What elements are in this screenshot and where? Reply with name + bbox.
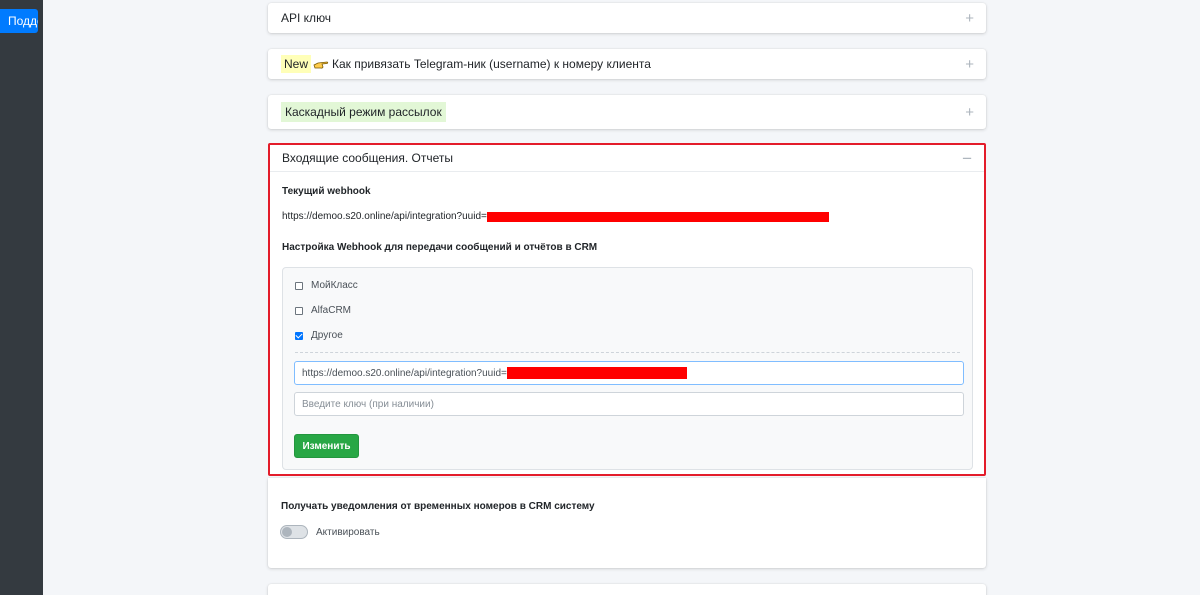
toggle-label: Активировать bbox=[316, 526, 380, 538]
accordion-cascade-mode[interactable]: Каскадный режим рассылок + bbox=[268, 95, 986, 129]
accordion-title: Каскадный режим рассылок bbox=[281, 102, 446, 122]
pointing-hand-icon bbox=[313, 58, 329, 70]
main-content: API ключ + New Как привязать Telegram-ни… bbox=[43, 0, 1200, 595]
current-webhook-url: https://demoo.s20.online/api/integration… bbox=[282, 211, 829, 222]
accordion-header[interactable]: Каскадный режим рассылок + bbox=[268, 95, 986, 129]
accordion-title: API ключ bbox=[281, 11, 332, 25]
checkbox-checked[interactable] bbox=[295, 331, 303, 340]
option-label: AlfaCRM bbox=[311, 305, 352, 316]
activate-toggle-row[interactable]: Активировать bbox=[280, 525, 380, 539]
current-webhook-url-text: https://demoo.s20.online/api/integration… bbox=[282, 211, 487, 222]
webhook-settings-label: Настройка Webhook для передачи сообщений… bbox=[282, 242, 598, 253]
redaction-bar bbox=[506, 367, 687, 379]
redaction-bar bbox=[486, 211, 829, 222]
webhook-key-placeholder: Введите ключ (при наличии) bbox=[302, 398, 434, 410]
checkbox[interactable] bbox=[295, 281, 303, 290]
new-badge: New bbox=[281, 55, 312, 73]
webhook-url-input[interactable]: https://demoo.s20.online/api/integration… bbox=[294, 361, 964, 385]
accordion-header[interactable]: API ключ + bbox=[268, 3, 986, 33]
notifications-label: Получать уведомления от временных номеро… bbox=[281, 501, 595, 512]
webhook-key-input[interactable]: Введите ключ (при наличии) bbox=[294, 392, 964, 416]
support-button[interactable]: Подде bbox=[0, 9, 38, 33]
accordion-api-key[interactable]: API ключ + bbox=[268, 3, 986, 33]
accordion-title: Входящие сообщения. Отчеты bbox=[282, 151, 453, 165]
accordion-header[interactable]: Входящие сообщения. Отчеты − bbox=[270, 145, 984, 172]
accordion-title: Как привязать Telegram-ник (username) к … bbox=[332, 57, 651, 71]
notifications-section: Получать уведомления от временных номеро… bbox=[268, 478, 986, 568]
sidebar: Подде bbox=[0, 0, 43, 595]
option-other[interactable]: Другое bbox=[295, 330, 343, 341]
option-moyklass[interactable]: МойКласс bbox=[295, 280, 358, 291]
activate-toggle[interactable] bbox=[280, 525, 308, 539]
divider bbox=[295, 352, 960, 353]
current-webhook-label: Текущий webhook bbox=[282, 186, 371, 197]
webhook-url-input-value: https://demoo.s20.online/api/integration… bbox=[302, 367, 507, 379]
accordion-incoming-messages: Входящие сообщения. Отчеты − Текущий web… bbox=[268, 143, 986, 476]
option-label: Другое bbox=[311, 330, 343, 341]
plus-icon[interactable]: + bbox=[965, 11, 974, 26]
accordion-header[interactable]: New Как привязать Telegram-ник (username… bbox=[268, 49, 986, 79]
plus-icon[interactable]: + bbox=[965, 57, 974, 72]
accordion-telegram-username[interactable]: New Как привязать Telegram-ник (username… bbox=[268, 49, 986, 79]
option-label: МойКласс bbox=[311, 280, 358, 291]
accordion-next[interactable] bbox=[268, 584, 986, 595]
checkbox[interactable] bbox=[295, 306, 303, 315]
webhook-settings-panel: МойКласс AlfaCRM Другое https://demoo.s2… bbox=[282, 267, 973, 470]
option-alfacrm[interactable]: AlfaCRM bbox=[295, 305, 351, 316]
minus-icon[interactable]: − bbox=[962, 150, 972, 167]
plus-icon[interactable]: + bbox=[965, 105, 974, 120]
change-button[interactable]: Изменить bbox=[294, 434, 359, 458]
